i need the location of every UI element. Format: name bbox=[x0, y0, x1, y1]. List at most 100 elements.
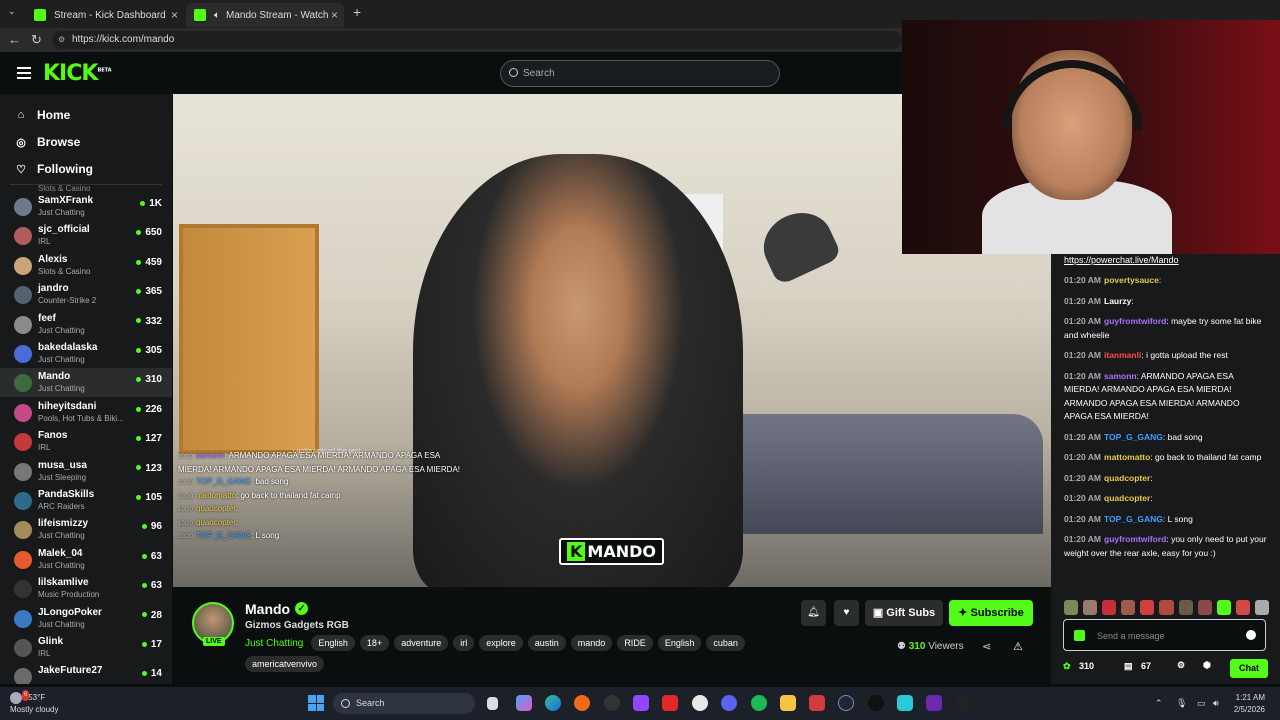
tab-list-icon[interactable]: ⌄ bbox=[8, 6, 16, 17]
task-view-icon[interactable] bbox=[487, 697, 498, 710]
gift-subs-button[interactable]: ▣ Gift Subs bbox=[865, 600, 943, 626]
chat-username[interactable]: samonn bbox=[1104, 371, 1137, 381]
sidebar-channel-item[interactable]: lifeismizzy Just Chatting 96 bbox=[0, 515, 172, 544]
new-tab-icon[interactable]: + bbox=[353, 4, 361, 20]
settings-gear-icon[interactable]: ⚙ bbox=[1177, 660, 1185, 671]
fx-app-icon[interactable] bbox=[926, 695, 942, 711]
category-link[interactable]: Just Chatting bbox=[245, 638, 303, 649]
emote-icon[interactable] bbox=[1083, 600, 1098, 615]
search-input[interactable]: Search bbox=[500, 60, 780, 87]
nav-home[interactable]: ⌂ Home bbox=[15, 108, 71, 122]
kick-points-icon[interactable]: ✿ bbox=[1063, 661, 1071, 672]
copilot-icon[interactable] bbox=[516, 695, 532, 711]
stream-tag[interactable]: explore bbox=[479, 635, 523, 651]
nav-browse[interactable]: ◎ Browse bbox=[15, 135, 80, 149]
stream-tag[interactable]: English bbox=[657, 635, 702, 651]
chat-username[interactable]: povertysauce bbox=[1104, 275, 1159, 285]
subscribe-button[interactable]: ✦ Subscribe bbox=[949, 600, 1033, 626]
stream-tag[interactable]: mando bbox=[570, 635, 613, 651]
sidebar-channel-item[interactable]: Malek_04 Just Chatting 63 bbox=[0, 545, 172, 574]
emote-icon[interactable] bbox=[1216, 600, 1231, 615]
emote-icon[interactable] bbox=[1121, 600, 1136, 615]
emote-icon[interactable] bbox=[1140, 600, 1155, 615]
steam-icon[interactable] bbox=[838, 695, 854, 711]
stream-tag[interactable]: adventure bbox=[394, 635, 449, 651]
sidebar-channel-item[interactable]: bakedalaska Just Chatting 305 bbox=[0, 339, 172, 368]
tray-overflow-icon[interactable]: ⌃ bbox=[1155, 698, 1163, 709]
chat-badge-icon[interactable] bbox=[1074, 630, 1085, 641]
chat-username[interactable]: TOP_G_GANG bbox=[1104, 514, 1163, 524]
stream-tag[interactable]: austin bbox=[527, 635, 566, 651]
microphone-icon[interactable]: 🎙︎ bbox=[1176, 698, 1187, 709]
follow-heart-button[interactable]: ♥ bbox=[834, 600, 859, 626]
sidebar-channel-item[interactable]: Alexis Slots & Casino 459 bbox=[0, 251, 172, 280]
sidebar-channel-item[interactable]: Glink IRL 17 bbox=[0, 633, 172, 662]
discord-icon[interactable] bbox=[721, 695, 737, 711]
youtube-icon[interactable] bbox=[662, 695, 678, 711]
chat-username[interactable]: TOP_G_GANG bbox=[1104, 432, 1163, 442]
sidebar-channel-item[interactable]: lilskamlive Music Production 63 bbox=[0, 574, 172, 603]
cyan-app-icon[interactable] bbox=[897, 695, 913, 711]
chat-username[interactable]: guyfromtwiford bbox=[1104, 534, 1166, 544]
reload-icon[interactable]: ↻ bbox=[31, 32, 42, 48]
kick-logo[interactable]: KICKBETA bbox=[43, 61, 112, 86]
tab-mando-stream[interactable]: 🔈︎ Mando Stream - Watch Live o × bbox=[186, 3, 344, 27]
chat-username[interactable]: Laurzy bbox=[1104, 296, 1131, 306]
chat-message-input[interactable] bbox=[1097, 627, 1237, 645]
taskbar-clock[interactable]: 1:21 AM 2/5/2026 bbox=[1234, 692, 1265, 716]
tab-kick-dashboard[interactable]: Stream - Kick Dashboard × bbox=[26, 3, 184, 27]
pinned-chat-link[interactable]: https://powerchat.live/Mando bbox=[1064, 255, 1179, 265]
windows-start-icon[interactable] bbox=[308, 695, 324, 711]
url-field[interactable]: ⚙ https://kick.com/mando bbox=[52, 31, 902, 49]
stream-tag[interactable]: English bbox=[311, 635, 355, 651]
speaker-icon[interactable]: 🔈︎ bbox=[214, 10, 220, 21]
stream-tag[interactable]: 18+ bbox=[359, 635, 390, 651]
emote-icon[interactable] bbox=[1159, 600, 1174, 615]
sidebar-channel-item[interactable]: sjc_official IRL 650 bbox=[0, 221, 172, 250]
sidebar-channel-item[interactable]: PandaSkills ARC Raiders 105 bbox=[0, 486, 172, 515]
itunes-icon[interactable] bbox=[692, 695, 708, 711]
stream-tag[interactable]: RIDE bbox=[617, 635, 653, 651]
emoji-picker-icon[interactable] bbox=[1246, 630, 1256, 640]
controller-app-icon[interactable] bbox=[868, 695, 884, 711]
share-icon[interactable]: ⋖ bbox=[982, 640, 991, 653]
chat-username[interactable]: itanmanli bbox=[1104, 350, 1141, 360]
spotify-icon[interactable] bbox=[751, 695, 767, 711]
chat-extension-icon[interactable]: ⬢ bbox=[1203, 660, 1211, 671]
stream-tag[interactable]: cuban bbox=[706, 635, 745, 651]
notification-bell-button[interactable]: 🔔︎ bbox=[801, 600, 826, 626]
taskbar-search[interactable]: Search bbox=[333, 693, 475, 714]
weather-widget[interactable]: 6 53°F Mostly cloudy bbox=[10, 690, 58, 715]
chat-send-button[interactable]: Chat bbox=[1230, 659, 1268, 678]
sidebar-channel-item[interactable]: feef Just Chatting 332 bbox=[0, 310, 172, 339]
nav-following[interactable]: ♡ Following bbox=[15, 162, 93, 176]
sidebar-channel-item[interactable]: Fanos IRL 127 bbox=[0, 427, 172, 456]
chat-username[interactable]: quadcopter bbox=[1104, 473, 1150, 483]
emote-icon[interactable] bbox=[1254, 600, 1270, 615]
stream-tag[interactable]: americatvenvivo bbox=[245, 656, 325, 672]
emote-icon[interactable] bbox=[1197, 600, 1212, 615]
gift-icon[interactable]: ▤ bbox=[1124, 661, 1133, 672]
sidebar-channel-item[interactable]: JLongoPoker Just Chatting 28 bbox=[0, 604, 172, 633]
report-icon[interactable]: ⚠ bbox=[1013, 640, 1023, 653]
edge-browser-icon[interactable] bbox=[545, 695, 561, 711]
calendar-app-icon[interactable] bbox=[809, 695, 825, 711]
close-tab-icon[interactable]: × bbox=[171, 8, 178, 22]
emote-icon[interactable] bbox=[1235, 600, 1250, 615]
back-arrow-icon[interactable]: ← bbox=[8, 32, 21, 47]
chat-username[interactable]: quadcopter bbox=[1104, 493, 1150, 503]
emote-icon[interactable] bbox=[1178, 600, 1193, 615]
sidebar-channel-item[interactable]: jandro Counter-Strike 2 365 bbox=[0, 280, 172, 309]
streamer-name[interactable]: Mando bbox=[245, 601, 290, 617]
site-info-icon[interactable]: ⚙ bbox=[58, 31, 65, 49]
file-explorer-icon[interactable] bbox=[780, 695, 796, 711]
sidebar-channel-item[interactable]: Mando Just Chatting 310 bbox=[0, 368, 172, 398]
chat-username[interactable]: mattomatto bbox=[1104, 452, 1150, 462]
chat-username[interactable]: guyfromtwiford bbox=[1104, 316, 1166, 326]
volume-icon[interactable]: 🔊︎ bbox=[1213, 698, 1219, 709]
close-tab-icon[interactable]: × bbox=[331, 8, 338, 22]
sidebar-channel-item[interactable]: musa_usa Just Sleeping 123 bbox=[0, 457, 172, 486]
sidebar-channel-item[interactable]: hiheyitsdani Pools, Hot Tubs & Biki... 226 bbox=[0, 398, 172, 427]
sidebar-channel-item[interactable]: SamXFrank Just Chatting 1K bbox=[0, 192, 172, 221]
network-icon[interactable]: ▭ bbox=[1197, 698, 1206, 709]
